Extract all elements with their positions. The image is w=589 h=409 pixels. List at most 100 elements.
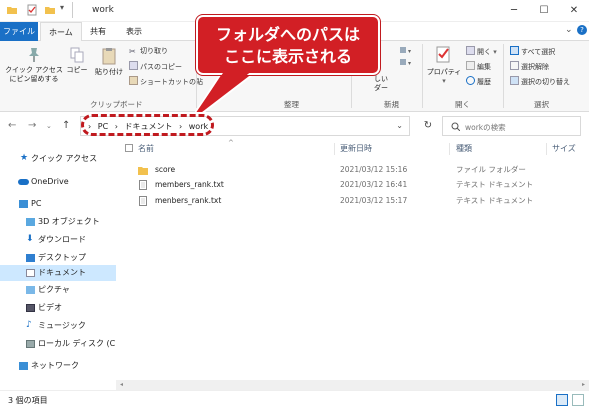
file-list: 名前 ^ 更新日時 種類 サイズ score 2021/03/12 15:16 … (116, 139, 589, 390)
new-item-icon[interactable]: ▾ ▾ (398, 45, 418, 71)
nav-item-onedrive[interactable]: OneDrive (0, 174, 116, 190)
invert-selection-icon (510, 76, 519, 85)
column-header-type[interactable]: 種類 (456, 140, 472, 158)
copy-button[interactable]: コピー (64, 47, 90, 75)
details-view-icon[interactable] (556, 394, 568, 406)
copy-icon (70, 47, 84, 63)
paste-shortcut-button[interactable]: ショートカットの貼 (129, 76, 203, 87)
search-placeholder: workの検索 (465, 123, 506, 132)
nav-item-desktop[interactable]: デスクトップ (0, 250, 116, 266)
edit-icon (466, 61, 475, 70)
help-icon[interactable]: ? (577, 25, 587, 35)
recent-locations-icon[interactable]: ⌄ (46, 122, 52, 130)
text-file-icon (139, 196, 147, 206)
nav-label: 3D オブジェクト (38, 217, 100, 226)
divider (546, 143, 547, 155)
nav-item-music[interactable]: ♪ ミュージック (0, 318, 116, 334)
nav-item-network[interactable]: ネットワーク (0, 358, 116, 374)
nav-label: ビデオ (38, 303, 62, 312)
new-folder-label-2: ダー (374, 84, 388, 92)
select-all-checkbox[interactable] (125, 144, 133, 152)
properties-icon[interactable] (26, 4, 38, 16)
nav-item-quick-access[interactable]: ★ クイック アクセス (0, 151, 116, 167)
search-input[interactable]: workの検索 (442, 116, 581, 136)
scroll-left-icon[interactable]: ◂ (120, 381, 123, 388)
tab-file[interactable]: ファイル (0, 22, 38, 41)
refresh-icon[interactable]: ↻ (418, 117, 438, 135)
select-all-icon (510, 46, 519, 55)
new-folder-button[interactable]: しい ダー (368, 75, 394, 93)
file-type: テキスト ドキュメント (456, 180, 534, 189)
horizontal-scrollbar[interactable]: ◂ ▸ (116, 380, 589, 390)
new-folder-icon[interactable] (44, 4, 56, 16)
copy-path-button[interactable]: パスのコピー (129, 61, 182, 72)
pin-label-1: クイック アクセス (5, 66, 63, 74)
address-dropdown-icon[interactable]: ⌄ (396, 121, 403, 130)
status-bar: 3 個の項目 (0, 390, 589, 409)
nav-label: OneDrive (31, 177, 69, 186)
close-button[interactable]: ✕ (559, 0, 589, 22)
table-row[interactable]: score 2021/03/12 15:16 ファイル フォルダー (116, 162, 589, 178)
folder-icon (7, 7, 17, 14)
path-icon (129, 61, 138, 70)
select-none-button[interactable]: 選択解除 (510, 61, 549, 72)
paste-shortcut-label: ショートカットの貼 (140, 78, 203, 86)
open-icon (466, 46, 475, 55)
star-icon: ★ (20, 153, 29, 163)
tab-view[interactable]: 表示 (118, 22, 150, 41)
qat-dropdown-icon[interactable]: ▾ (60, 3, 64, 12)
nav-item-pictures[interactable]: ピクチャ (0, 282, 116, 298)
edit-button[interactable]: 編集 (466, 61, 491, 72)
maximize-button[interactable]: ☐ (529, 0, 559, 22)
tab-share[interactable]: 共有 (82, 22, 114, 41)
column-header-name[interactable]: 名前 (138, 140, 154, 158)
nav-item-downloads[interactable]: ⬇ ダウンロード (0, 232, 116, 248)
nav-item-local-disk[interactable]: ローカル ディスク (C:) (0, 336, 121, 352)
pin-quick-access-button[interactable]: クイック アクセス にピン留めする (4, 47, 64, 84)
large-icons-view-icon[interactable] (572, 394, 584, 406)
table-row[interactable]: members_rank.txt 2021/03/12 16:41 テキスト ド… (116, 177, 589, 193)
minimize-button[interactable]: ─ (499, 0, 529, 22)
cut-button[interactable]: ✂ 切り取り (129, 46, 168, 56)
scissors-icon: ✂ (129, 47, 136, 56)
nav-item-documents[interactable]: ドキュメント (0, 265, 116, 281)
open-label: 開く (477, 48, 491, 56)
invert-selection-button[interactable]: 選択の切り替え (510, 76, 570, 87)
file-type: ファイル フォルダー (456, 165, 526, 174)
column-header-date[interactable]: 更新日時 (340, 140, 372, 158)
picture-icon (26, 286, 35, 294)
text-file-icon (139, 180, 147, 190)
scroll-right-icon[interactable]: ▸ (582, 381, 585, 388)
copy-label: コピー (66, 66, 88, 74)
forward-icon[interactable]: → (28, 120, 36, 131)
up-icon[interactable]: ↑ (62, 120, 70, 131)
desktop-icon (26, 254, 35, 262)
chevron-down-icon[interactable]: ⌄ (565, 25, 573, 35)
select-none-label: 選択解除 (521, 63, 549, 71)
nav-label: ピクチャ (38, 285, 70, 294)
nav-item-pc[interactable]: PC (0, 196, 116, 212)
open-button[interactable]: 開く ▾ (466, 46, 497, 57)
chevron-down-icon: ▾ (442, 77, 446, 85)
file-name: members_rank.txt (155, 180, 224, 189)
nav-item-3d-objects[interactable]: 3D オブジェクト (0, 214, 116, 230)
history-button[interactable]: 履歴 (466, 76, 491, 87)
paste-icon (102, 48, 116, 65)
file-date: 2021/03/12 15:17 (340, 196, 408, 205)
svg-text:▾: ▾ (408, 48, 411, 55)
callout-line-1: フォルダへのパスは (215, 25, 360, 44)
select-all-button[interactable]: すべて選択 (510, 46, 555, 57)
column-header-size[interactable]: サイズ (552, 140, 576, 158)
properties-button[interactable]: プロパティ ▾ (426, 45, 462, 86)
invert-selection-label: 選択の切り替え (521, 78, 570, 86)
nav-item-videos[interactable]: ビデオ (0, 300, 116, 316)
callout-line-2: ここに表示される (223, 47, 352, 66)
edit-label: 編集 (477, 63, 491, 71)
back-icon[interactable]: ← (8, 120, 16, 131)
tab-home[interactable]: ホーム (40, 22, 82, 41)
pin-icon (29, 48, 39, 62)
paste-button[interactable]: 貼り付け (92, 47, 126, 77)
nav-label: ドキュメント (38, 268, 86, 277)
nav-label: ローカル ディスク (C:) (38, 339, 122, 348)
table-row[interactable]: menbers_rank.txt 2021/03/12 15:17 テキスト ド… (116, 193, 589, 209)
